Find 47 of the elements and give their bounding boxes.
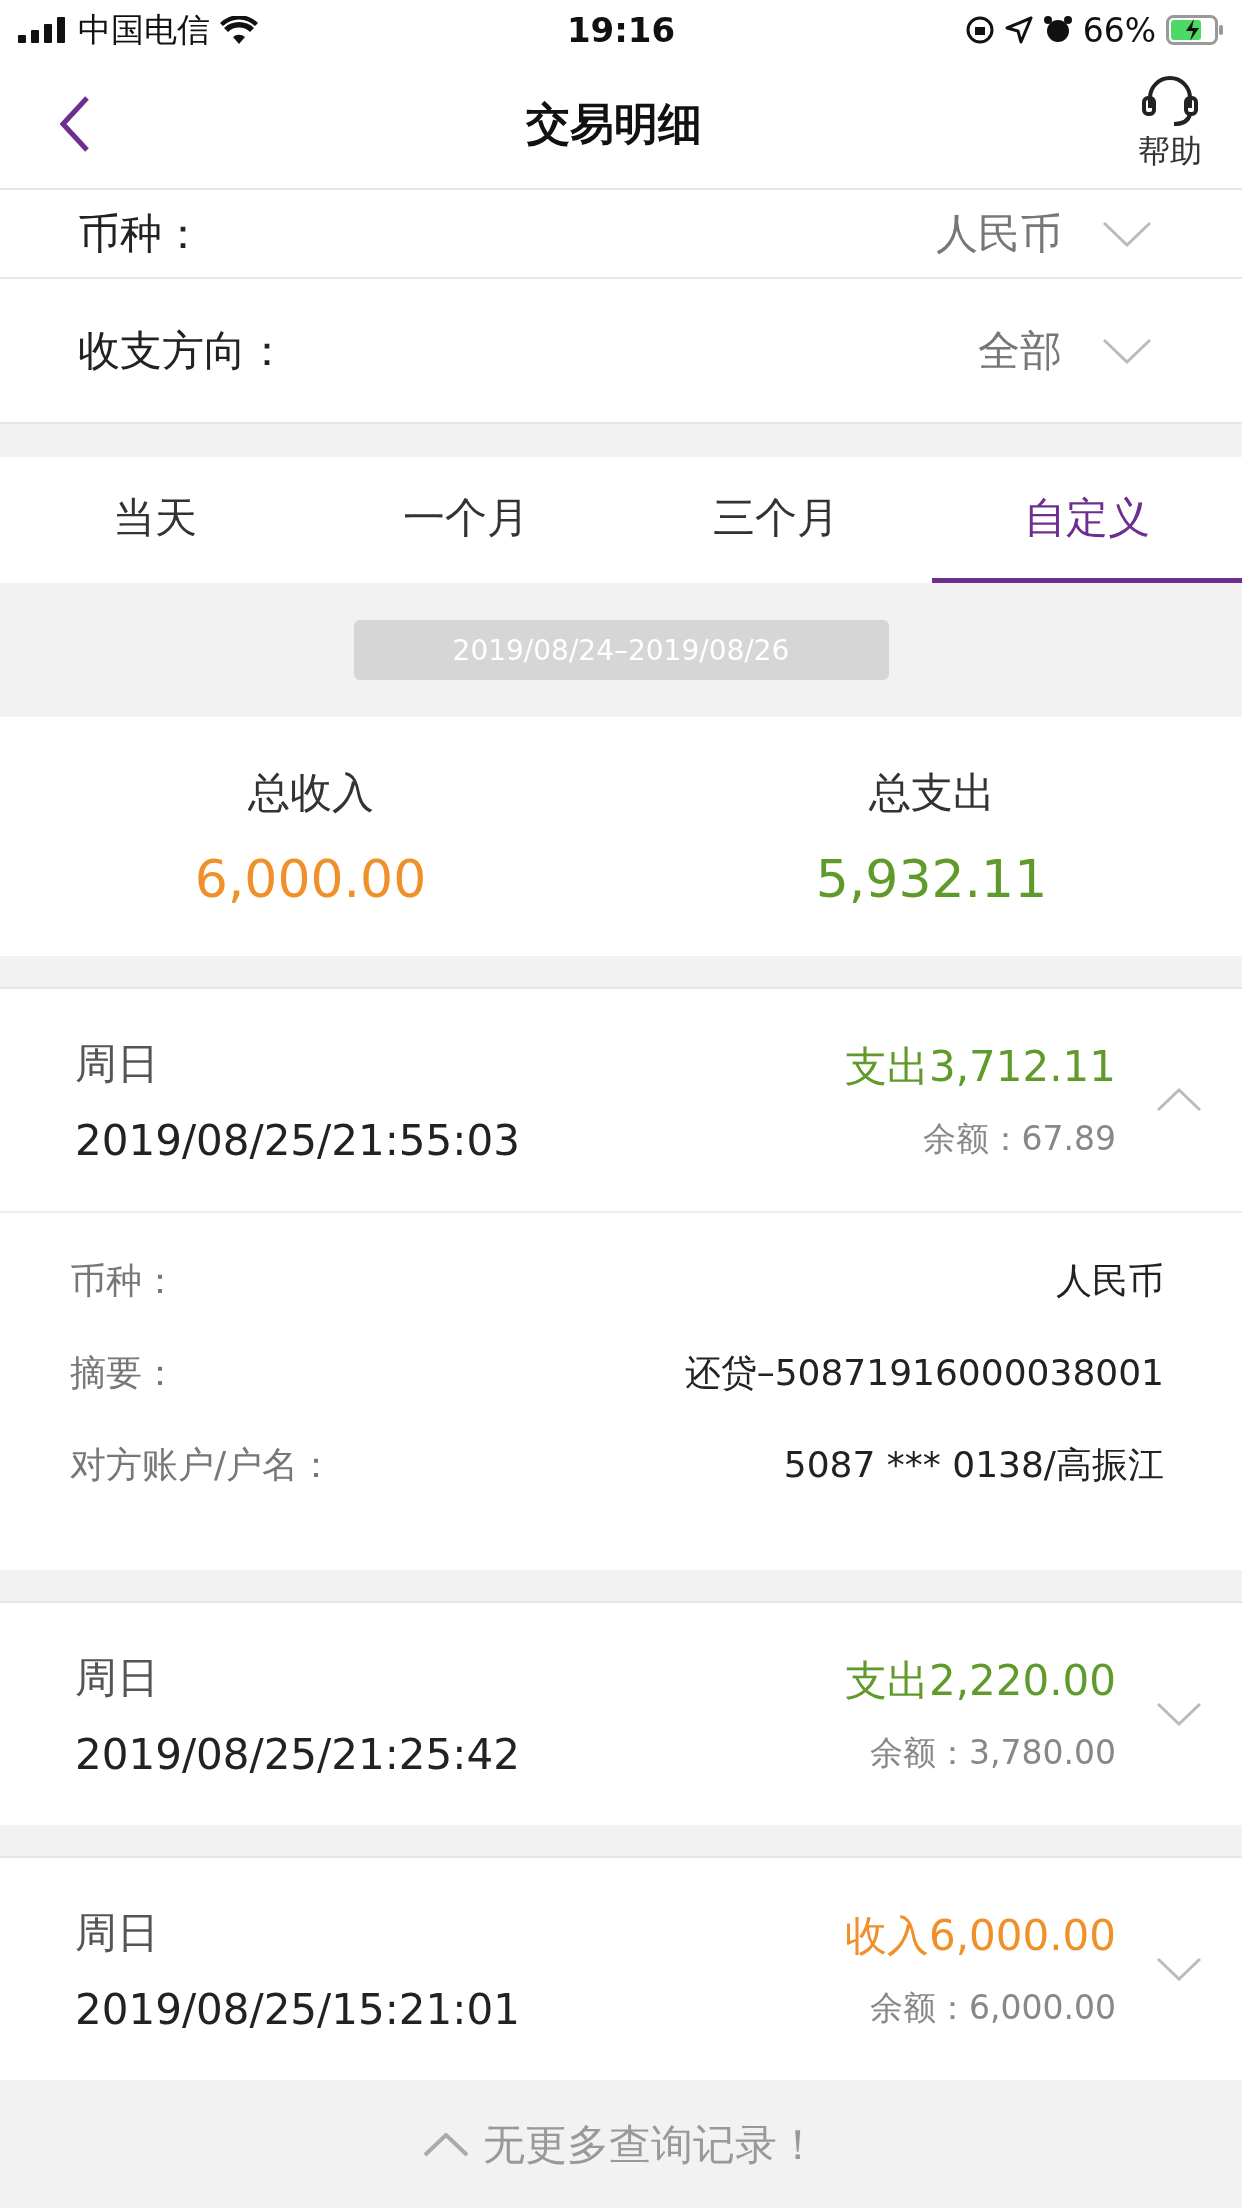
detail-label: 摘要： [70, 1350, 178, 1395]
period-tab[interactable]: 当天 [0, 457, 311, 583]
chevron-down-icon [1102, 337, 1152, 364]
balance-text: 余额：67.89 [922, 1117, 1116, 1160]
detail-label: 对方账户/户名： [70, 1442, 335, 1487]
chevron-down-icon [1102, 220, 1152, 247]
transaction-row[interactable]: 周日 2019/08/25/21:25:42 支出2,220.00 余额：3,780.00 [0, 1603, 1242, 1825]
transaction-time: 2019/08/25/21:25:42 [75, 1729, 521, 1779]
help-button[interactable]: 帮助 [1138, 74, 1202, 174]
transaction-row[interactable]: 周日 2019/08/25/21:55:03 支出3,712.11 余额：67.89 [0, 989, 1242, 1211]
total-amount: 5,932.11 [815, 848, 1048, 909]
back-icon[interactable] [60, 96, 90, 152]
balance-text: 余额：3,780.00 [870, 1731, 1116, 1774]
filter-row[interactable]: 币种： 人民币 [0, 190, 1242, 279]
alarm-icon [1042, 15, 1073, 45]
transaction-amount: 支出2,220.00 [844, 1654, 1116, 1707]
transaction-amount: 支出3,712.11 [844, 1040, 1116, 1093]
transaction-row[interactable]: 周日 2019/08/25/15:21:01 收入6,000.00 余额：6,000.00 [0, 1858, 1242, 2080]
weekday-label: 周日 [75, 1906, 160, 1959]
signal-icon [18, 17, 68, 43]
wifi-icon [220, 16, 258, 44]
rotation-lock-icon [964, 15, 995, 45]
clock-time: 19:16 [566, 10, 676, 50]
detail-value: 5087 *** 0138/高振江 [783, 1442, 1164, 1487]
carrier-name: 中国电信 [78, 8, 210, 51]
page-title: 交易明细 [526, 96, 702, 151]
detail-label: 币种： [70, 1258, 178, 1303]
battery-icon [1166, 15, 1224, 45]
transaction-time: 2019/08/25/21:55:03 [75, 1115, 521, 1165]
period-tab[interactable]: 自定义 [931, 457, 1242, 583]
detail-value: 人民币 [1056, 1258, 1164, 1303]
chevron-up-icon [423, 2133, 469, 2157]
weekday-label: 周日 [75, 1037, 160, 1090]
weekday-label: 周日 [75, 1651, 160, 1704]
transaction-time: 2019/08/25/15:21:01 [75, 1984, 521, 2034]
balance-text: 余额：6,000.00 [870, 1986, 1116, 2029]
filter-row[interactable]: 收支方向： 全部 [0, 279, 1242, 424]
total-amount: 6,000.00 [194, 848, 427, 909]
transaction-amount: 收入6,000.00 [844, 1909, 1116, 1962]
total-label: 总收入 [247, 766, 374, 819]
detail-value: 还贷–50871916000038001 [684, 1350, 1164, 1395]
no-more-records-text: 无更多查询记录！ [483, 2119, 819, 2171]
battery-percent: 66% [1082, 10, 1156, 50]
period-tab[interactable]: 一个月 [310, 457, 621, 583]
period-tab[interactable]: 三个月 [621, 457, 932, 583]
location-icon [1004, 16, 1033, 44]
total-label: 总支出 [868, 766, 995, 819]
